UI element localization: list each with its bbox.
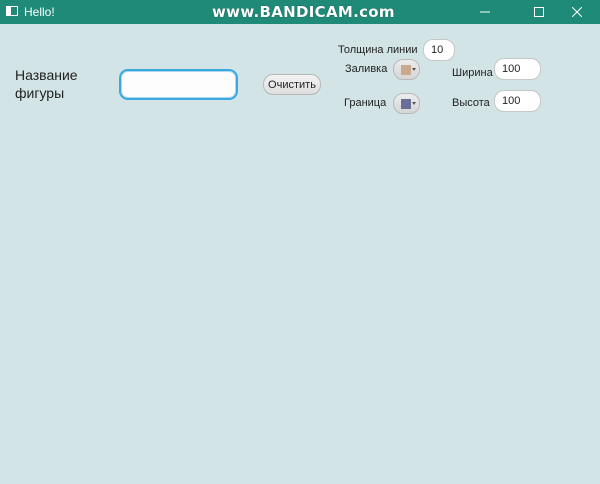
title-bar: Hello! www.BANDICAM.com (0, 0, 600, 24)
close-icon (572, 7, 582, 17)
fill-color-swatch (401, 65, 411, 75)
dropdown-arrow-icon (412, 102, 416, 105)
shape-name-label: Название фигуры (15, 67, 78, 101)
border-color-swatch (401, 99, 411, 109)
height-label: Высота (452, 97, 490, 109)
border-color-picker[interactable] (393, 93, 420, 114)
clear-button[interactable]: Очистить (263, 74, 321, 95)
window-app-icon (6, 6, 18, 16)
bandicam-watermark: www.BANDICAM.com (212, 3, 395, 21)
width-label: Ширина (452, 67, 493, 79)
dropdown-arrow-icon (412, 68, 416, 71)
border-label: Граница (344, 97, 387, 109)
close-button[interactable] (554, 0, 600, 24)
maximize-icon (534, 7, 544, 17)
line-thickness-input[interactable] (423, 39, 455, 61)
shape-name-input[interactable] (119, 69, 238, 100)
fill-color-picker[interactable] (393, 59, 420, 80)
line-thickness-label: Толщина линии (338, 44, 418, 56)
minimize-button[interactable] (462, 0, 508, 24)
window-title: Hello! (24, 5, 55, 19)
fill-label: Заливка (345, 63, 388, 75)
minimize-icon (480, 11, 490, 13)
width-input[interactable] (494, 58, 541, 80)
height-input[interactable] (494, 90, 541, 112)
